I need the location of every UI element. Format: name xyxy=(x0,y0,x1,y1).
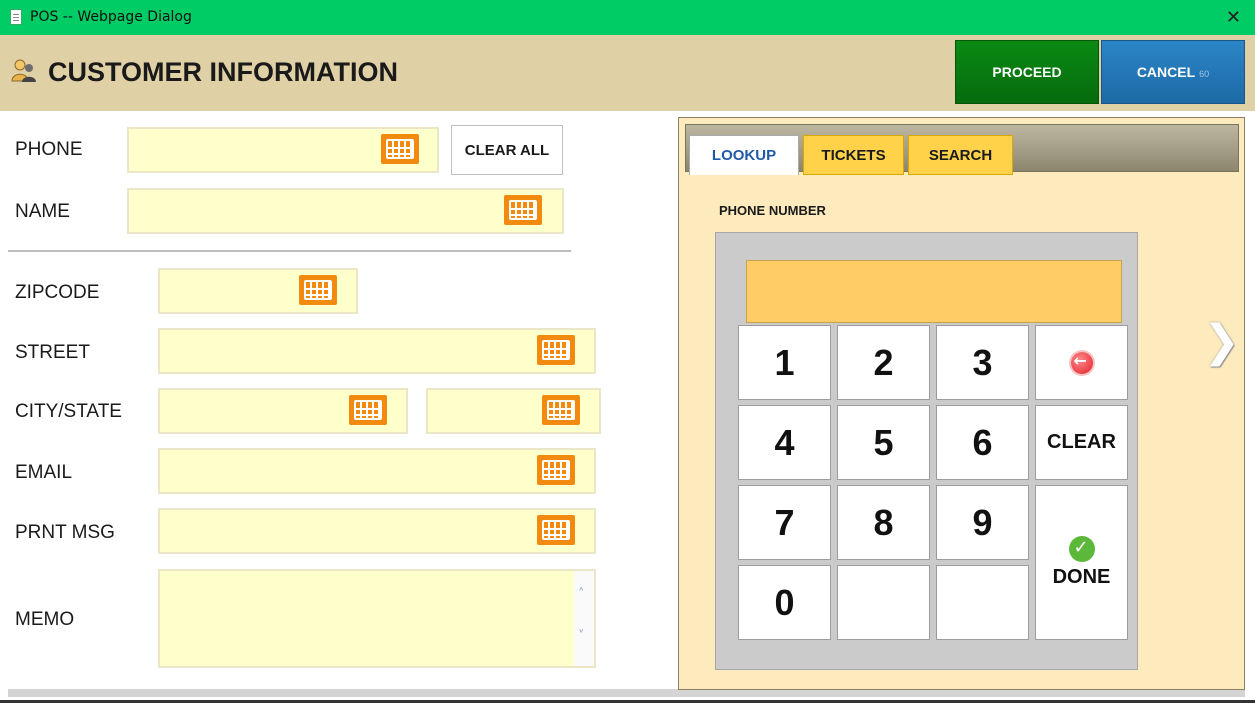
phone-keyboard-icon[interactable] xyxy=(381,134,419,164)
document-icon xyxy=(10,9,22,25)
print-message-label: PRNT MSG xyxy=(15,522,115,543)
key-3[interactable]: 3 xyxy=(936,325,1029,400)
print-message-keyboard-icon[interactable] xyxy=(537,515,575,545)
memo-textarea[interactable]: ˄ ˅ xyxy=(158,569,596,668)
next-arrow-icon[interactable]: ❯ xyxy=(1203,316,1240,367)
clear-key[interactable]: CLEAR xyxy=(1035,405,1128,480)
tab-search[interactable]: SEARCH xyxy=(908,135,1013,175)
tab-lookup[interactable]: LOOKUP xyxy=(689,135,799,175)
zipcode-input[interactable] xyxy=(158,268,358,314)
close-icon[interactable]: ✕ xyxy=(1226,7,1241,28)
city-state-label: CITY/STATE xyxy=(15,401,122,422)
window-titlebar: POS -- Webpage Dialog ✕ xyxy=(0,0,1255,35)
zipcode-keyboard-icon[interactable] xyxy=(299,275,337,305)
cancel-button[interactable]: CANCEL 60 xyxy=(1101,40,1245,104)
state-keyboard-icon[interactable] xyxy=(542,395,580,425)
clear-all-button[interactable]: CLEAR ALL xyxy=(451,125,563,175)
key-9[interactable]: 9 xyxy=(936,485,1029,560)
memo-label: MEMO xyxy=(15,609,75,630)
email-input[interactable] xyxy=(158,448,596,494)
key-6[interactable]: 6 xyxy=(936,405,1029,480)
proceed-label: PROCEED xyxy=(992,64,1062,80)
customer-icon xyxy=(11,59,36,82)
scroll-up-icon[interactable]: ˄ xyxy=(578,587,585,602)
cancel-countdown: 60 xyxy=(1199,68,1210,79)
state-input[interactable] xyxy=(426,388,601,434)
tab-tickets-label: TICKETS xyxy=(821,146,886,164)
cancel-label: CANCEL xyxy=(1136,64,1196,80)
name-input[interactable] xyxy=(127,188,564,234)
key-0[interactable]: 0 xyxy=(738,565,831,640)
phone-number-label: PHONE NUMBER xyxy=(719,203,826,218)
keypad-display xyxy=(746,260,1122,323)
tab-tickets[interactable]: TICKETS xyxy=(803,135,904,175)
email-keyboard-icon[interactable] xyxy=(537,455,575,485)
scroll-down-icon[interactable]: ˅ xyxy=(578,629,585,644)
blank-key xyxy=(837,565,930,640)
street-keyboard-icon[interactable] xyxy=(537,335,575,365)
blank-key xyxy=(936,565,1029,640)
proceed-button[interactable]: PROCEED xyxy=(955,40,1099,104)
numeric-keypad: 1 2 3 4 5 6 CLEAR 7 8 9 DONE 0 xyxy=(715,232,1138,670)
done-key[interactable]: DONE xyxy=(1035,485,1128,640)
key-2[interactable]: 2 xyxy=(837,325,930,400)
print-message-input[interactable] xyxy=(158,508,596,554)
clear-all-label: CLEAR ALL xyxy=(464,141,550,159)
key-7[interactable]: 7 xyxy=(738,485,831,560)
divider xyxy=(8,250,571,252)
zipcode-label: ZIPCODE xyxy=(15,282,100,303)
backspace-icon xyxy=(1070,351,1093,374)
phone-input[interactable] xyxy=(127,127,439,173)
tab-strip: LOOKUP TICKETS SEARCH xyxy=(685,124,1239,175)
check-icon xyxy=(1068,536,1095,562)
name-keyboard-icon[interactable] xyxy=(504,195,542,225)
done-label: DONE xyxy=(1052,566,1111,588)
backspace-key[interactable] xyxy=(1035,325,1128,400)
street-label: STREET xyxy=(15,342,90,363)
phone-label: PHONE xyxy=(15,139,83,160)
key-1[interactable]: 1 xyxy=(738,325,831,400)
email-label: EMAIL xyxy=(15,462,73,483)
tab-lookup-label: LOOKUP xyxy=(711,147,777,164)
lookup-panel: LOOKUP TICKETS SEARCH PHONE NUMBER 1 2 3… xyxy=(678,117,1245,690)
window-title: POS -- Webpage Dialog xyxy=(30,9,192,25)
page-title: CUSTOMER INFORMATION xyxy=(48,57,398,87)
memo-scrollbar[interactable]: ˄ ˅ xyxy=(574,571,594,666)
key-5[interactable]: 5 xyxy=(837,405,930,480)
city-input[interactable] xyxy=(158,388,408,434)
city-keyboard-icon[interactable] xyxy=(349,395,387,425)
key-8[interactable]: 8 xyxy=(837,485,930,560)
bottom-scrollbar[interactable] xyxy=(8,689,1245,697)
street-input[interactable] xyxy=(158,328,596,374)
key-4[interactable]: 4 xyxy=(738,405,831,480)
name-label: NAME xyxy=(15,201,70,222)
tab-search-label: SEARCH xyxy=(928,146,993,164)
